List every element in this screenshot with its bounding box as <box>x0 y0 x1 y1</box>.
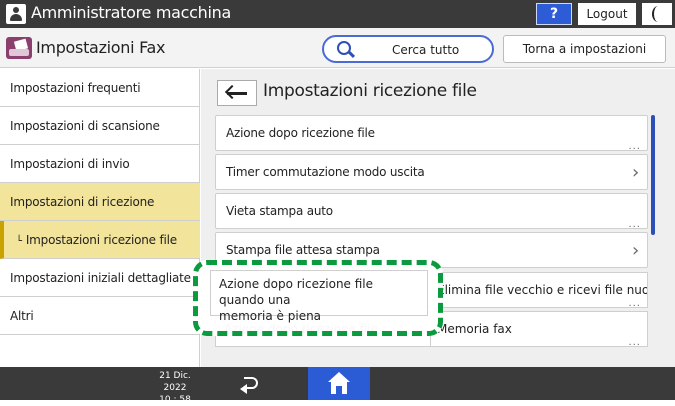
time-label: 10 : 58 <box>159 395 191 405</box>
top-bar: Amministratore macchina ? Logout <box>0 0 675 28</box>
help-button[interactable]: ? <box>536 3 572 25</box>
row-value: Memoria fax <box>437 322 512 336</box>
setting-row-prohibit-auto-print[interactable]: Vieta stampa auto ... <box>215 193 648 229</box>
user-icon <box>6 4 26 24</box>
search-all-label: Cerca tutto <box>392 43 460 57</box>
row-value: Elimina file vecchio e ricevi file nuovo <box>437 283 648 297</box>
bottom-bar: 21 Dic. 2022 10 : 58 <box>0 367 675 405</box>
setting-row-output-mode-timer[interactable]: Timer commutazione modo uscita › <box>215 154 648 190</box>
date-label: 21 Dic. 2022 <box>159 371 191 393</box>
more-icon: ... <box>628 141 641 151</box>
more-icon: ... <box>628 219 641 229</box>
option-label-line2: memoria è piena <box>219 309 322 323</box>
home-button[interactable] <box>308 367 370 400</box>
setting-value-fax-memory[interactable]: Memoria fax ... <box>430 311 648 347</box>
search-all-button[interactable]: Cerca tutto <box>322 35 494 63</box>
page-title: Impostazioni ricezione file <box>263 81 477 101</box>
sidebar-item-others[interactable]: Altri <box>0 297 200 335</box>
undo-button[interactable] <box>238 374 264 394</box>
setting-row-action-after-reception[interactable]: Azione dopo ricezione file ... <box>215 115 648 151</box>
sidebar-item-send[interactable]: Impostazioni di invio <box>0 145 200 183</box>
sidebar-item-reception[interactable]: Impostazioni di ricezione <box>0 183 200 221</box>
back-to-settings-button[interactable]: Torna a impostazioni <box>503 35 666 63</box>
app-title: Impostazioni Fax <box>36 38 166 57</box>
sidebar-item-scan[interactable]: Impostazioni di scansione <box>0 107 200 145</box>
sidebar-item-detailed-initial[interactable]: Impostazioni iniziali dettagliate <box>0 259 200 297</box>
option-label-line1: Azione dopo ricezione file quando una <box>219 277 374 307</box>
row-label: Azione dopo ricezione file <box>226 126 375 140</box>
date-time: 21 Dic. 2022 10 : 58 <box>150 370 200 406</box>
chevron-right-icon: › <box>632 240 639 261</box>
back-button[interactable] <box>217 80 257 106</box>
row-label: Timer commutazione modo uscita <box>226 165 425 179</box>
moon-icon <box>652 6 664 22</box>
home-icon <box>328 372 350 382</box>
energy-saver-button[interactable] <box>642 3 672 25</box>
sidebar-item-label: Impostazioni ricezione file <box>25 233 177 247</box>
more-icon: ... <box>628 337 641 347</box>
more-icon: ... <box>628 298 641 308</box>
setting-value-delete-old-file[interactable]: Elimina file vecchio e ricevi file nuovo… <box>430 272 648 308</box>
fax-icon <box>6 37 32 59</box>
scrollbar[interactable] <box>651 115 655 235</box>
user-role-title: Amministratore macchina <box>31 3 231 22</box>
sub-item-marker: └ <box>16 236 22 247</box>
sidebar-item-file-reception[interactable]: └ Impostazioni ricezione file <box>0 221 200 259</box>
memory-full-action-button[interactable]: Azione dopo ricezione file quando una me… <box>210 270 428 323</box>
sidebar: Impostazioni frequenti Impostazioni di s… <box>0 69 200 367</box>
chevron-right-icon: › <box>632 162 639 183</box>
row-label: Vieta stampa auto <box>226 204 333 218</box>
row-label: Stampa file attesa stampa <box>226 243 380 257</box>
sidebar-item-frequent[interactable]: Impostazioni frequenti <box>0 69 200 107</box>
logout-button[interactable]: Logout <box>578 3 636 25</box>
